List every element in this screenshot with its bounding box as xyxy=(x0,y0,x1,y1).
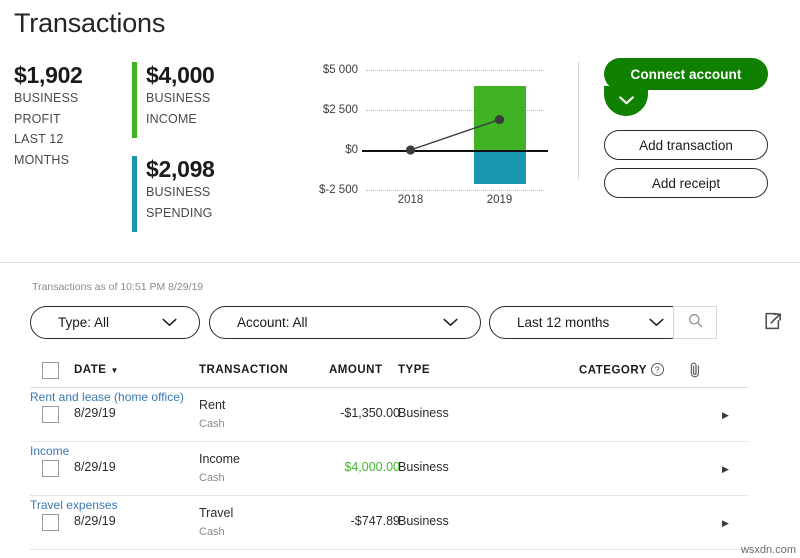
column-header-date-label: DATE xyxy=(74,364,107,376)
cell-date: 8/29/19 xyxy=(74,514,116,528)
cell-type: Business xyxy=(398,460,449,474)
table-body: 8/29/19 Rent Cash -$1,350.00 Business Rent an… xyxy=(30,388,748,550)
cell-transaction: Income Cash xyxy=(199,451,240,487)
chart-profit-line xyxy=(405,114,505,155)
cell-category-link[interactable]: Travel expenses xyxy=(30,498,118,512)
kpi-profit-label-4: MONTHS xyxy=(14,152,70,167)
cell-type: Business xyxy=(398,514,449,528)
spending-accent-bar xyxy=(132,156,137,232)
column-header-amount[interactable]: AMOUNT xyxy=(329,364,382,376)
column-header-category[interactable]: CATEGORY? xyxy=(579,363,664,377)
chart-x-axis: 2018 2019 xyxy=(366,194,544,214)
chart-xtick-2019: 2019 xyxy=(486,194,513,206)
filter-type-dropdown[interactable]: Type: All xyxy=(30,306,200,339)
chart-ytick-1: $2 500 xyxy=(322,104,358,116)
filter-date-range-dropdown[interactable]: Last 12 months xyxy=(489,306,687,339)
column-header-type[interactable]: TYPE xyxy=(398,364,430,376)
cell-date: 8/29/19 xyxy=(74,460,116,474)
transaction-source: Cash xyxy=(199,418,225,430)
chevron-down-icon xyxy=(162,314,177,332)
help-circle-icon[interactable]: ? xyxy=(650,363,664,376)
transactions-as-of-text: Transactions as of 10:51 PM 8/29/19 xyxy=(32,281,204,293)
chevron-down-icon xyxy=(443,314,458,332)
kpi-profit-label-3: LAST 12 xyxy=(14,132,64,146)
column-header-date[interactable]: DATE ▼ xyxy=(74,364,119,376)
chart-plot-area xyxy=(362,70,548,191)
chart-ytick-0: $5 000 xyxy=(322,64,358,76)
summary-kpis: $1,902 BUSINESS PROFIT LAST 12 MONTHS $4… xyxy=(14,62,215,232)
chevron-right-icon[interactable]: ▶ xyxy=(722,518,729,529)
action-buttons: Connect account Add transaction Add rece… xyxy=(604,58,774,198)
transactions-page: Transactions $1,902 BUSINESS PROFIT LAST… xyxy=(0,0,800,558)
chart-xtick-2018: 2018 xyxy=(397,194,424,206)
export-button[interactable] xyxy=(759,308,787,338)
chevron-right-icon[interactable]: ▶ xyxy=(722,410,729,421)
table-header-row: DATE ▼ TRANSACTION AMOUNT TYPE CATEGORY? xyxy=(30,356,748,388)
transactions-table: DATE ▼ TRANSACTION AMOUNT TYPE CATEGORY? … xyxy=(30,356,748,550)
row-select-checkbox[interactable] xyxy=(42,514,59,531)
chevron-down-icon xyxy=(618,92,634,110)
kpi-profit-label-2: PROFIT xyxy=(14,111,61,126)
cell-amount: -$1,350.00 xyxy=(340,406,400,420)
kpi-profit-value: $1,902 xyxy=(14,62,83,88)
income-spending-chart: $5 000 $2 500 $0 $-2 500 2018 2019 xyxy=(296,64,556,215)
cell-category-link[interactable]: Income xyxy=(30,444,69,458)
sort-descending-icon: ▼ xyxy=(110,366,119,375)
chevron-right-icon[interactable]: ▶ xyxy=(722,464,729,475)
chart-ytick-2: $0 xyxy=(345,144,358,156)
kpi-income-value: $4,000 xyxy=(146,62,215,88)
export-icon xyxy=(763,311,783,336)
row-select-checkbox[interactable] xyxy=(42,406,59,423)
kpi-stack: $4,000 BUSINESS INCOME $2,098 BUSINESS S… xyxy=(132,62,215,232)
income-accent-bar xyxy=(132,62,137,138)
paperclip-icon[interactable] xyxy=(687,361,703,384)
watermark: wsxdn.com xyxy=(740,544,796,556)
search-icon xyxy=(688,313,703,333)
table-row[interactable]: 8/29/19 Travel Cash -$747.89 Business Travel … xyxy=(30,496,748,550)
row-select-checkbox[interactable] xyxy=(42,460,59,477)
filter-account-label: Account: All xyxy=(237,315,308,330)
chart-y-axis: $5 000 $2 500 $0 $-2 500 xyxy=(296,64,358,196)
kpi-business-income: $4,000 BUSINESS INCOME xyxy=(132,62,215,138)
filter-date-range-label: Last 12 months xyxy=(517,315,610,330)
kpi-spending-label-1: BUSINESS xyxy=(146,185,211,199)
cell-transaction: Travel Cash xyxy=(199,505,233,541)
search-button[interactable] xyxy=(673,306,717,339)
cell-amount: -$747.89 xyxy=(350,514,400,528)
transaction-name: Travel xyxy=(199,506,234,520)
kpi-income-label-1: BUSINESS xyxy=(146,91,211,105)
kpi-income-label-2: INCOME xyxy=(146,111,197,126)
table-row[interactable]: 8/29/19 Rent Cash -$1,350.00 Business Rent an… xyxy=(30,388,748,442)
column-header-transaction[interactable]: TRANSACTION xyxy=(199,364,288,376)
connect-account-dropdown-button[interactable] xyxy=(604,86,648,116)
chart-ytick-3: $-2 500 xyxy=(318,184,358,196)
vertical-divider xyxy=(578,62,579,180)
transaction-name: Income xyxy=(199,452,240,466)
kpi-profit-label-1: BUSINESS xyxy=(14,91,79,105)
cell-amount: $4,000.00 xyxy=(344,460,400,474)
transaction-source: Cash xyxy=(199,472,225,484)
filter-type-label: Type: All xyxy=(58,315,110,330)
column-header-category-label: CATEGORY xyxy=(579,364,647,377)
section-divider xyxy=(0,262,800,263)
cell-category-link[interactable]: Rent and lease (home office) xyxy=(30,390,184,404)
cell-type: Business xyxy=(398,406,449,420)
chevron-down-icon xyxy=(649,314,664,332)
add-transaction-button[interactable]: Add transaction xyxy=(604,130,768,160)
cell-date: 8/29/19 xyxy=(74,406,116,420)
transaction-source: Cash xyxy=(199,526,225,538)
table-row[interactable]: 8/29/19 Income Cash $4,000.00 Business Income… xyxy=(30,442,748,496)
kpi-spending-label-2: SPENDING xyxy=(146,205,213,220)
cell-transaction: Rent Cash xyxy=(199,397,225,433)
kpi-spending-value: $2,098 xyxy=(146,156,215,182)
transaction-name: Rent xyxy=(199,398,226,412)
add-receipt-button[interactable]: Add receipt xyxy=(604,168,768,198)
page-title: Transactions xyxy=(14,8,166,38)
select-all-checkbox[interactable] xyxy=(42,362,59,379)
kpi-business-profit: $1,902 BUSINESS PROFIT LAST 12 MONTHS xyxy=(14,62,132,232)
kpi-business-spending: $2,098 BUSINESS SPENDING xyxy=(132,156,215,232)
filter-account-dropdown[interactable]: Account: All xyxy=(209,306,481,339)
